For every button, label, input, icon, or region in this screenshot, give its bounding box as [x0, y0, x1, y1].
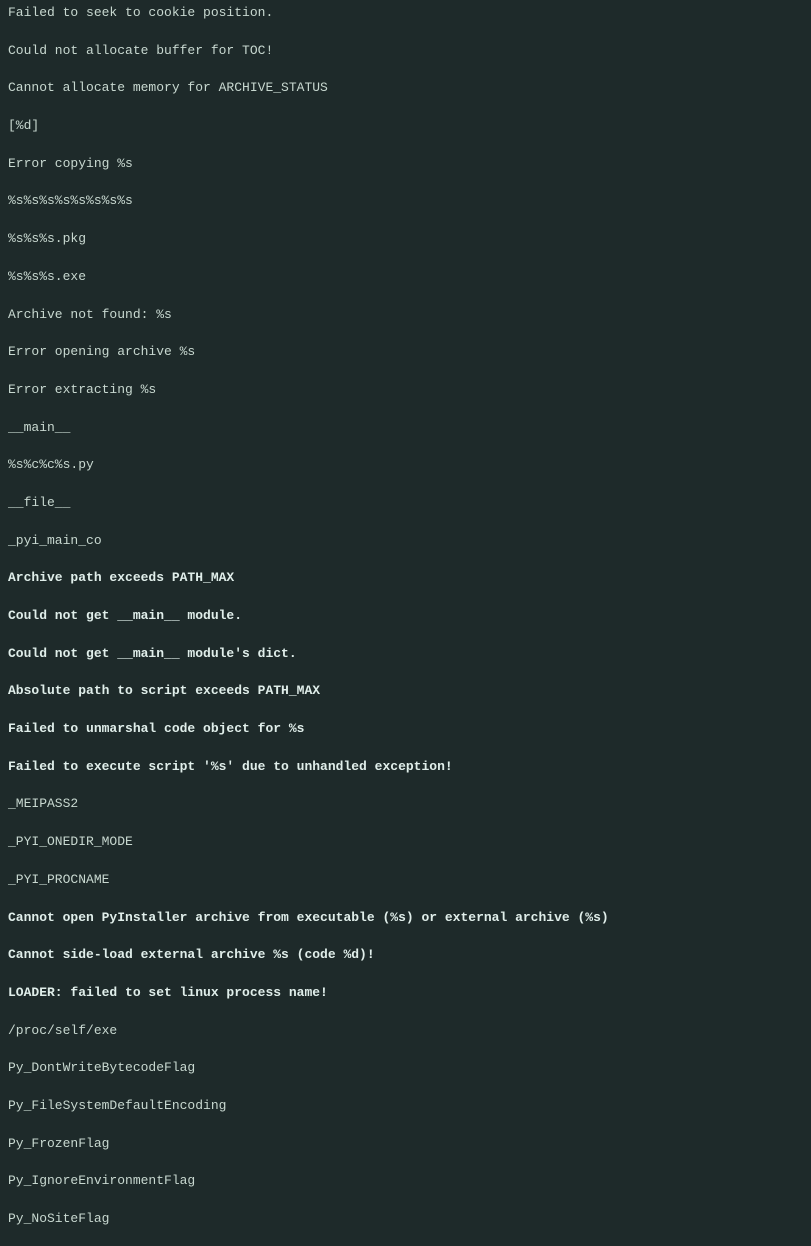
terminal-line: %s%c%c%s.py: [8, 456, 803, 475]
terminal-line: Py_FileSystemDefaultEncoding: [8, 1097, 803, 1116]
terminal-line: %s%s%s.pkg: [8, 230, 803, 249]
terminal-line: Archive not found: %s: [8, 306, 803, 325]
terminal-line: [%d]: [8, 117, 803, 136]
terminal-line: _MEIPASS2: [8, 795, 803, 814]
terminal-line: __file__: [8, 494, 803, 513]
terminal-line: Archive path exceeds PATH_MAX: [8, 569, 803, 588]
terminal-line: Cannot allocate memory for ARCHIVE_STATU…: [8, 79, 803, 98]
terminal-line: _pyi_main_co: [8, 532, 803, 551]
terminal-line: Could not get __main__ module.: [8, 607, 803, 626]
terminal-line: %s%s%s.exe: [8, 268, 803, 287]
terminal-line: Py_IgnoreEnvironmentFlag: [8, 1172, 803, 1191]
terminal-line: Absolute path to script exceeds PATH_MAX: [8, 682, 803, 701]
terminal-line: Failed to unmarshal code object for %s: [8, 720, 803, 739]
terminal-line: Cannot open PyInstaller archive from exe…: [8, 909, 803, 928]
terminal-line: /proc/self/exe: [8, 1022, 803, 1041]
terminal-line: Failed to seek to cookie position.: [8, 4, 803, 23]
terminal-line: Py_FrozenFlag: [8, 1135, 803, 1154]
terminal-line: LOADER: failed to set linux process name…: [8, 984, 803, 1003]
terminal-line: Error extracting %s: [8, 381, 803, 400]
terminal-line: %s%s%s%s%s%s%s%s: [8, 192, 803, 211]
terminal-line: Could not get __main__ module's dict.: [8, 645, 803, 664]
terminal-line: Cannot side-load external archive %s (co…: [8, 946, 803, 965]
terminal-line: __main__: [8, 419, 803, 438]
terminal-output: Failed to seek to cookie position. Could…: [0, 0, 811, 1246]
terminal-line: _PYI_PROCNAME: [8, 871, 803, 890]
terminal-line: _PYI_ONEDIR_MODE: [8, 833, 803, 852]
terminal-line: Py_DontWriteBytecodeFlag: [8, 1059, 803, 1078]
terminal-line: Could not allocate buffer for TOC!: [8, 42, 803, 61]
terminal-line: Error copying %s: [8, 155, 803, 174]
terminal-line: Failed to execute script '%s' due to unh…: [8, 758, 803, 777]
terminal-line: Error opening archive %s: [8, 343, 803, 362]
terminal-line: Py_NoSiteFlag: [8, 1210, 803, 1229]
